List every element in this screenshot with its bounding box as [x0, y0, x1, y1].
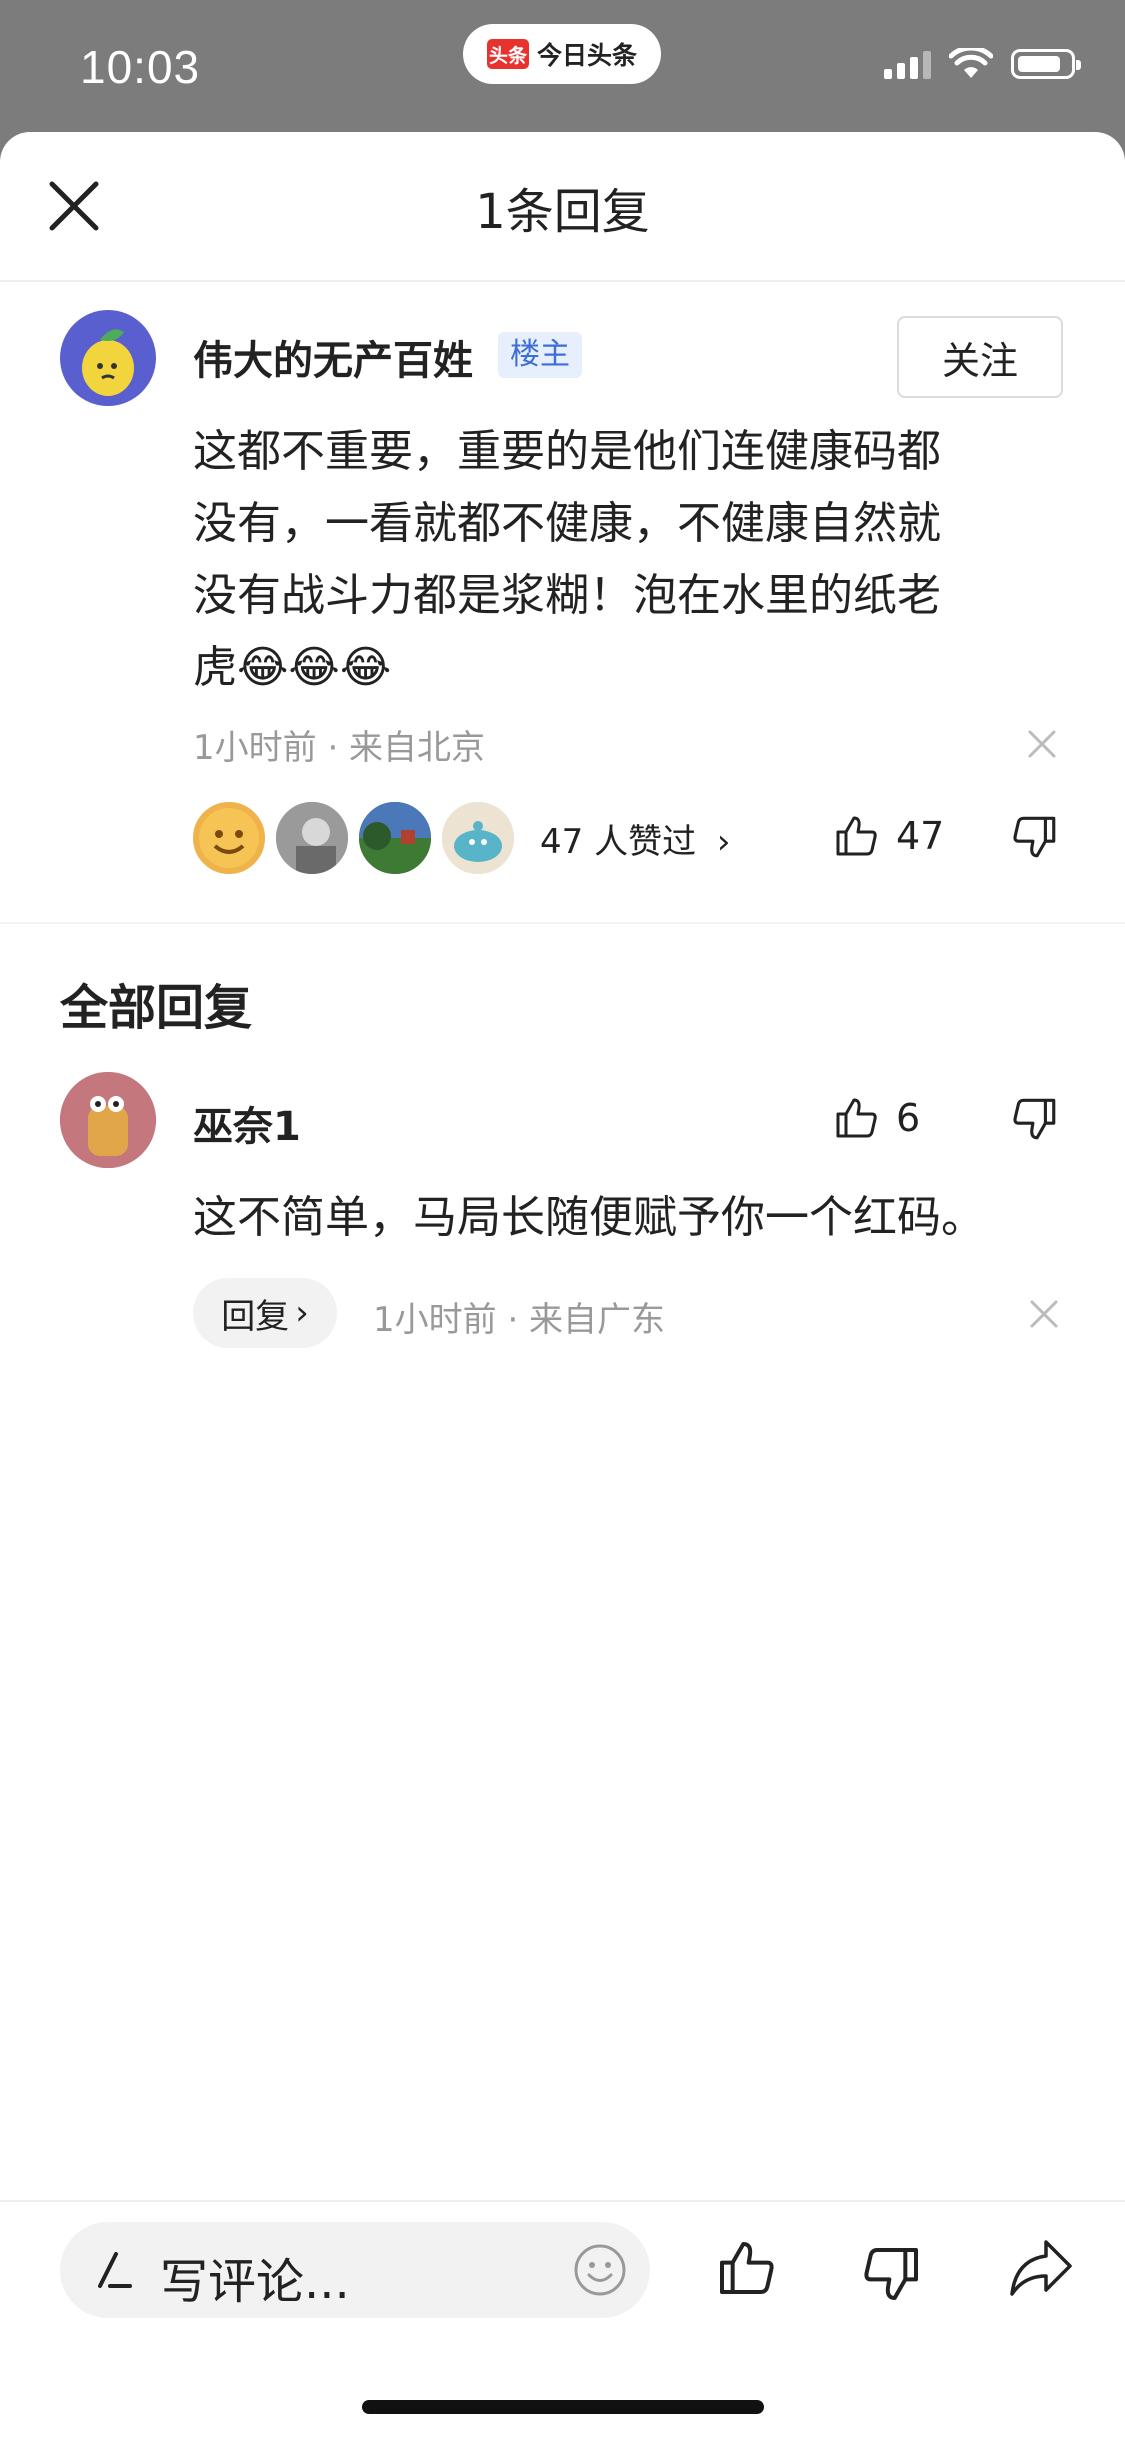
comment-username[interactable]: 伟大的无产百姓: [193, 328, 473, 386]
sheet-title: 1条回复: [475, 184, 650, 240]
section-divider: [0, 922, 1125, 924]
comment-line: 没有战斗力都是浆糊！泡在水里的纸老: [193, 570, 941, 621]
thumbs-down-icon[interactable]: [1010, 1094, 1060, 1144]
emoji-icon[interactable]: [572, 2242, 628, 2298]
reply-avatar-icon: [60, 1072, 156, 1168]
dismiss-icon[interactable]: [1024, 726, 1060, 762]
avatar[interactable]: [60, 310, 156, 406]
cellular-signal-icon: [884, 49, 931, 79]
status-time: 10:03: [80, 41, 201, 93]
comment-body: 这都不重要，重要的是他们连健康码都 没有，一看就都不健康，不健康自然就 没有战斗…: [193, 416, 1063, 704]
battery-icon: [1011, 49, 1081, 79]
wifi-icon: [949, 48, 993, 78]
liker-avatar[interactable]: [274, 800, 350, 876]
comment-line: 虎😂😂😂: [193, 642, 392, 693]
like-button[interactable]: 47: [832, 812, 944, 860]
app-indicator-pill[interactable]: 头条 今日头条: [463, 24, 661, 84]
reply-body: 这不简单，马局长随便赋予你一个红码。: [193, 1192, 985, 1243]
reply-like-count: 6: [896, 1096, 921, 1140]
avatar[interactable]: [60, 1072, 156, 1168]
share-icon[interactable]: [1006, 2236, 1076, 2300]
like-count: 47: [896, 814, 945, 858]
comment-input-placeholder: 写评论...: [160, 2254, 350, 2310]
reply-button-label: 回复: [221, 1296, 290, 1337]
reply-meta: 1小时前 · 来自广东: [373, 1300, 666, 1340]
op-badge: 楼主: [498, 332, 582, 378]
app-name: 今日头条: [536, 41, 637, 70]
likers-summary-link[interactable]: 47 人赞过 ›: [540, 814, 731, 863]
likers-count-text: 47 人赞过: [540, 822, 697, 862]
status-icons: [884, 48, 1081, 80]
comment-line: 这都不重要，重要的是他们连健康码都: [193, 426, 941, 477]
sheet-header: 1条回复: [0, 132, 1125, 282]
liker-avatar[interactable]: [357, 800, 433, 876]
reply-button[interactable]: 回复 ›: [193, 1278, 337, 1348]
lemon-avatar-icon: [82, 329, 134, 396]
thumbs-down-icon[interactable]: [1010, 812, 1060, 862]
comment-line: 没有，一看就都不健康，不健康自然就: [193, 498, 941, 549]
thumbs-up-icon[interactable]: [714, 2236, 778, 2300]
comment-input[interactable]: 写评论...: [60, 2222, 650, 2318]
reply-username[interactable]: 巫奈1: [193, 1094, 301, 1152]
thumbs-up-icon: [836, 1098, 877, 1138]
chevron-right-icon: ›: [716, 822, 731, 862]
dismiss-icon[interactable]: [1026, 1296, 1062, 1332]
home-indicator[interactable]: [362, 2400, 764, 2414]
liker-avatar[interactable]: [191, 800, 267, 876]
follow-button[interactable]: 关注: [897, 316, 1063, 398]
liker-avatar[interactable]: [440, 800, 516, 876]
reply-like-button[interactable]: 6: [832, 1094, 920, 1142]
toutiao-logo-icon: 头条: [486, 39, 529, 69]
pen-icon: [98, 2252, 132, 2288]
thumbs-up-icon: [836, 816, 877, 856]
all-replies-title: 全部回复: [60, 980, 253, 1036]
reply-sheet: 1条回复 伟大的无产百姓 楼主 关注 这都不重要，重要的是他们连健康码都 没有，…: [0, 132, 1125, 2436]
thumbs-down-icon[interactable]: [860, 2242, 924, 2306]
chevron-right-icon: ›: [295, 1293, 309, 1333]
comment-meta: 1小时前 · 来自北京: [193, 728, 486, 768]
